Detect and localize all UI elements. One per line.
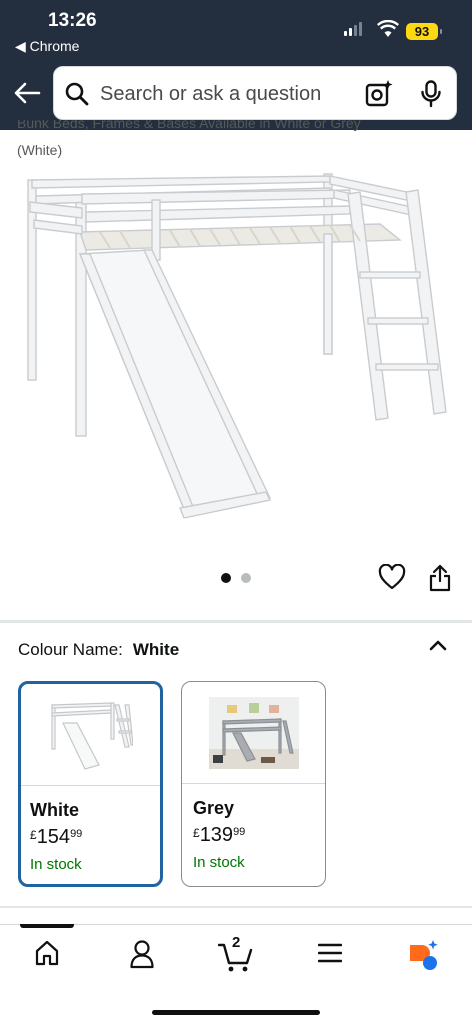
share-icon[interactable]: [428, 564, 452, 592]
back-arrow-icon[interactable]: [12, 78, 42, 108]
search-input[interactable]: Search or ask a question: [100, 83, 321, 106]
menu-icon[interactable]: [318, 943, 342, 963]
chevron-up-icon[interactable]: [428, 637, 448, 653]
stock-status: In stock: [30, 856, 82, 873]
camera-lens-icon[interactable]: [364, 79, 394, 109]
colour-option-white[interactable]: White £15499 In stock: [18, 681, 163, 887]
section-divider: [0, 906, 472, 908]
app-header: 13:26 ◀ Chrome 93 Search or ask a questi…: [0, 0, 472, 130]
colour-option-grey[interactable]: Grey £13999 In stock: [181, 681, 326, 887]
home-indicator: [152, 1010, 320, 1015]
carousel-dot-active: [221, 573, 231, 583]
colour-option-name: White: [30, 800, 79, 820]
home-icon[interactable]: [34, 939, 60, 967]
battery-indicator: 93: [406, 23, 442, 40]
stock-status: In stock: [193, 854, 245, 871]
status-time: 13:26: [48, 10, 97, 31]
microphone-icon[interactable]: [420, 80, 442, 108]
grey-bed-room-thumbnail: [208, 696, 299, 769]
colour-selected-value: White: [132, 640, 180, 659]
search-icon: [65, 82, 89, 106]
cart-button[interactable]: 2: [218, 934, 254, 973]
wifi-icon: [377, 20, 399, 37]
product-image[interactable]: [20, 168, 452, 528]
back-to-chrome[interactable]: ◀ Chrome: [15, 38, 79, 55]
colour-name-label: Colour Name:: [18, 640, 123, 659]
image-carousel-dots[interactable]: [221, 573, 251, 583]
product-variant: (White): [17, 142, 63, 158]
nav-active-indicator: [20, 924, 74, 928]
heart-icon[interactable]: [378, 564, 406, 590]
colour-thumbnail: [21, 684, 160, 786]
cart-icon: [218, 943, 253, 972]
carousel-dot: [241, 573, 251, 583]
colour-thumbnail: [182, 682, 325, 784]
product-title: Bunk Beds, Frames & Bases Available in W…: [17, 120, 361, 131]
colour-option-price: £15499: [30, 826, 83, 848]
account-icon[interactable]: [129, 939, 155, 969]
search-bar[interactable]: Search or ask a question: [53, 66, 457, 120]
colour-option-price: £13999: [193, 824, 246, 846]
colour-option-name: Grey: [193, 798, 235, 818]
section-divider: [0, 620, 472, 623]
white-bed-thumbnail: [50, 701, 133, 770]
colour-name-heading: Colour Name: White: [18, 640, 179, 660]
signal-icon: [344, 22, 362, 36]
bottom-navigation: 2: [0, 924, 472, 1024]
rufus-icon[interactable]: [406, 939, 440, 971]
